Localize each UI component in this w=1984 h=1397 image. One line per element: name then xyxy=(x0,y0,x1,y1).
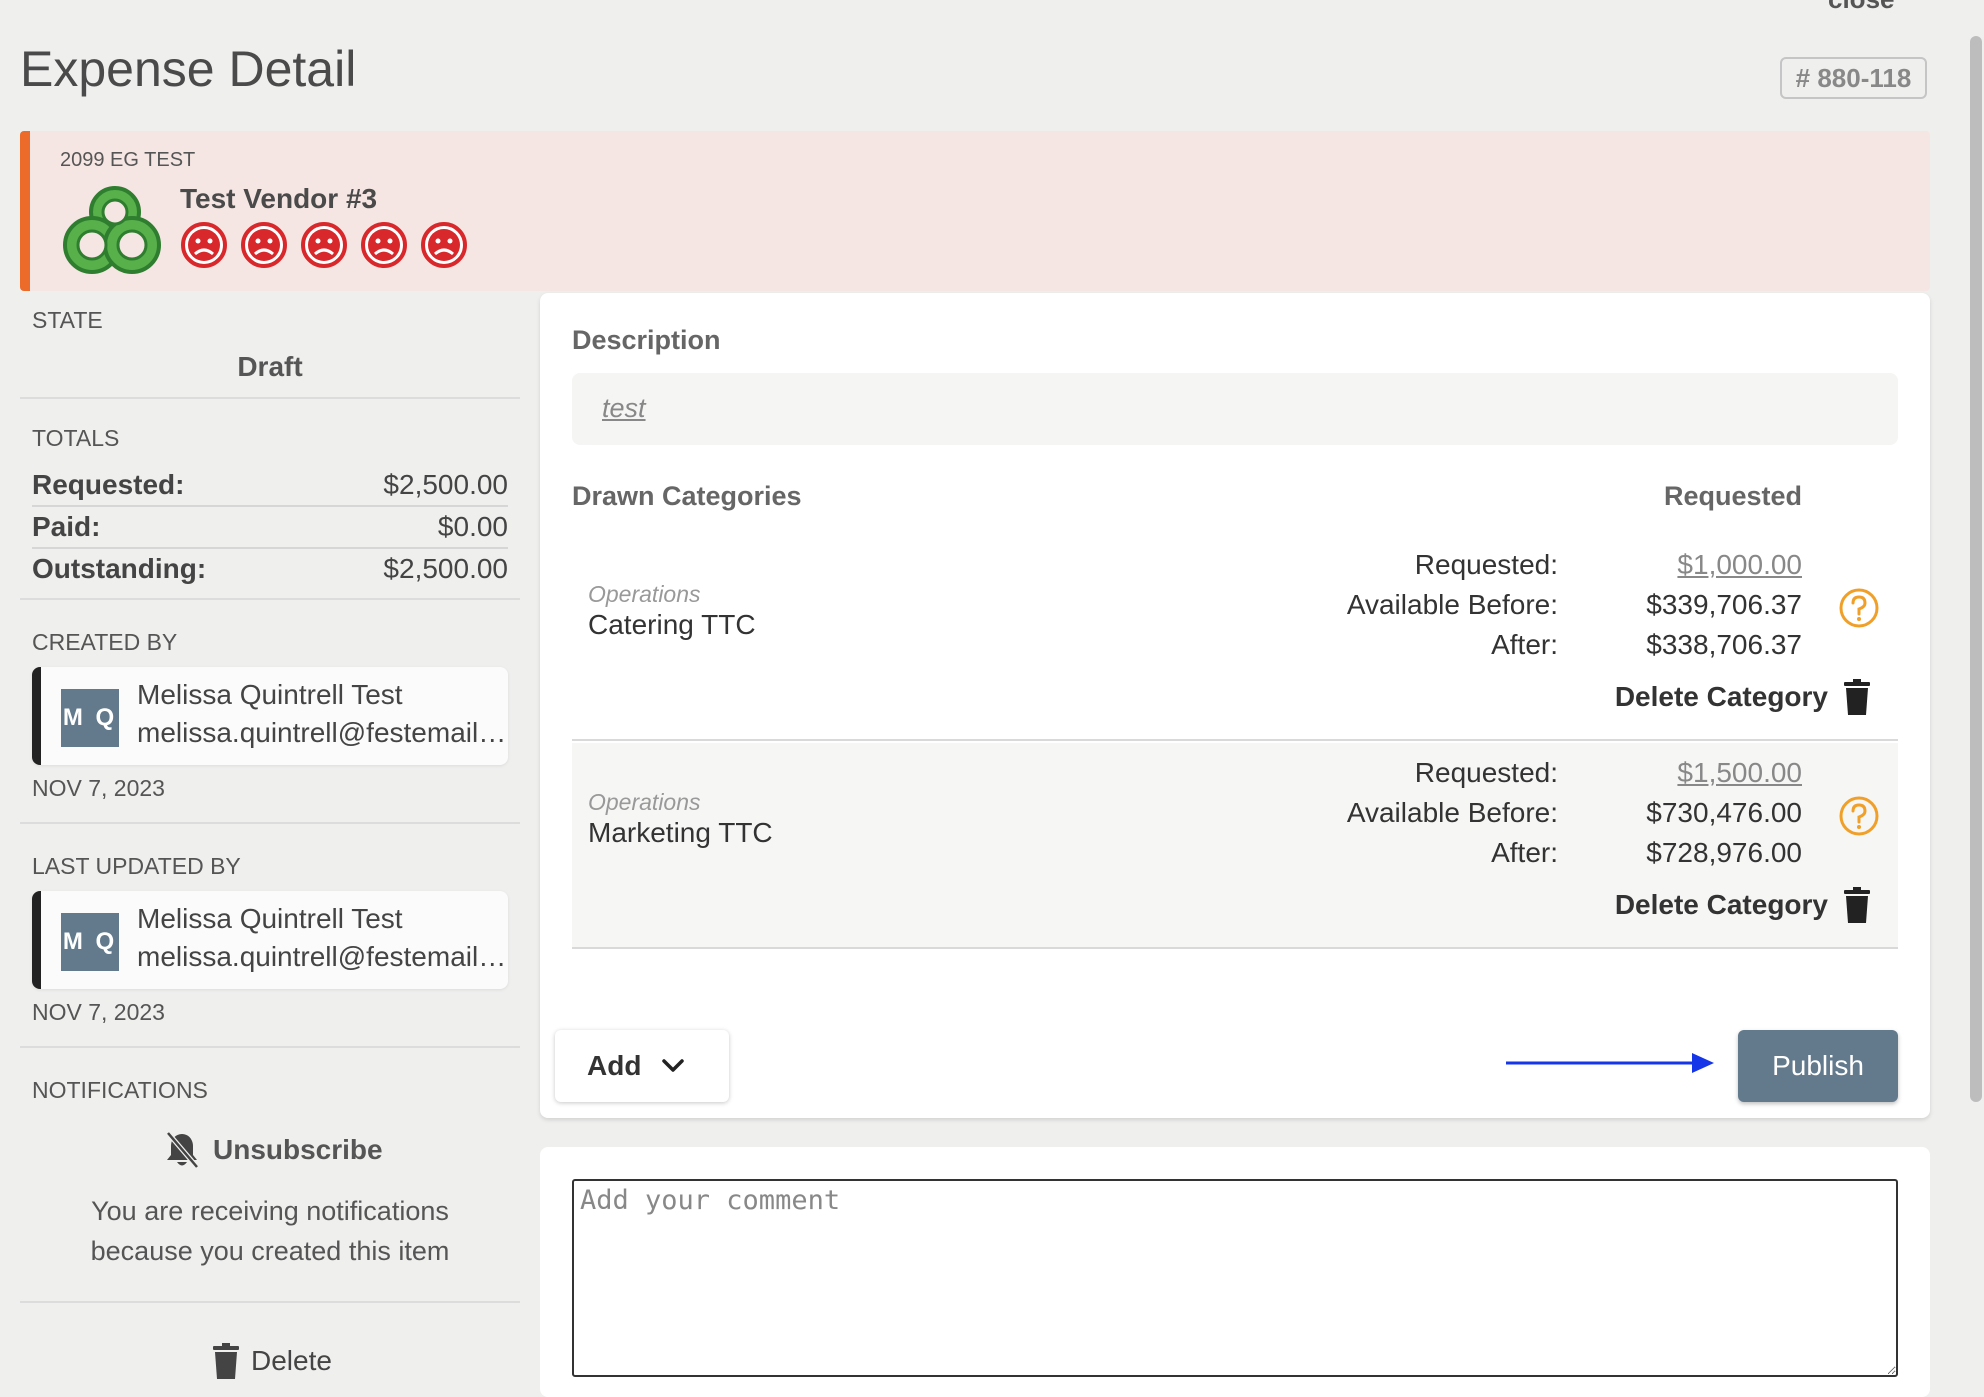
sad-face-icon xyxy=(301,222,347,268)
category-group: Operations xyxy=(588,581,701,607)
comment-input[interactable] xyxy=(572,1179,1898,1377)
vendor-name: Test Vendor #3 xyxy=(180,183,378,214)
category-name: Marketing TTC xyxy=(588,817,773,848)
unsubscribe-label: Unsubscribe xyxy=(213,1134,383,1165)
created-by-label: CREATED BY xyxy=(32,629,178,655)
reference-badge: # 880-118 xyxy=(1780,57,1927,99)
available-before-label: Available Before: xyxy=(1346,589,1558,620)
category-group: Operations xyxy=(588,789,701,815)
divider xyxy=(20,822,520,824)
drawn-categories-label: Drawn Categories xyxy=(572,481,802,511)
publish-button[interactable]: Publish xyxy=(1738,1030,1898,1102)
unsubscribe-button[interactable]: Unsubscribe xyxy=(165,1131,383,1169)
after-label: After: xyxy=(1491,837,1558,868)
requested-column-header: Requested xyxy=(1663,481,1802,511)
notifications-label: NOTIFICATIONS xyxy=(32,1077,208,1103)
total-outstanding: Outstanding: $2,500.00 xyxy=(32,553,508,585)
sad-face-icon xyxy=(181,222,227,268)
total-paid: Paid: $0.00 xyxy=(32,511,508,543)
total-value: $2,500.00 xyxy=(383,469,508,500)
avatar: M Q xyxy=(61,913,119,971)
delete-label: Delete xyxy=(251,1345,332,1376)
total-requested: Requested: $2,500.00 xyxy=(32,469,508,501)
description-value[interactable]: test xyxy=(602,393,646,424)
available-before-value: $339,706.37 xyxy=(1646,589,1802,620)
comment-card xyxy=(540,1147,1930,1397)
help-icon[interactable] xyxy=(1838,795,1880,837)
sad-face-icon xyxy=(421,222,467,268)
total-label: Paid: xyxy=(32,511,101,542)
after-value: $728,976.00 xyxy=(1646,837,1802,868)
after-value: $338,706.37 xyxy=(1646,629,1802,660)
divider xyxy=(20,397,520,399)
totals-label: TOTALS xyxy=(32,425,120,451)
sad-face-icon xyxy=(361,222,407,268)
total-label: Requested: xyxy=(32,469,185,500)
vendor-logo-icon xyxy=(63,186,161,274)
total-value: $0.00 xyxy=(437,511,508,542)
delete-category-label: Delete Category xyxy=(1614,889,1828,920)
page-title: Expense Detail xyxy=(20,41,357,97)
delete-category-button[interactable]: Delete Category xyxy=(1615,679,1870,715)
description-label: Description xyxy=(572,325,721,355)
category-row: Operations Catering TTC Requested: $1,00… xyxy=(572,535,1898,741)
notification-message-line: because you created this item xyxy=(90,1236,450,1266)
available-before-label: Available Before: xyxy=(1346,797,1558,828)
notification-message-line: You are receiving notifications xyxy=(91,1196,449,1226)
divider xyxy=(20,598,520,600)
last-updated-by-user-card[interactable]: M Q Melissa Quintrell Test melissa.quint… xyxy=(32,891,508,989)
trash-icon xyxy=(1844,887,1870,923)
arrow-icon xyxy=(1506,1053,1714,1073)
created-date: NOV 7, 2023 xyxy=(32,775,165,801)
user-name: Melissa Quintrell Test xyxy=(137,903,403,934)
total-value: $2,500.00 xyxy=(383,553,508,584)
delete-category-button[interactable]: Delete Category xyxy=(1615,887,1870,923)
add-dropdown-button[interactable]: Add xyxy=(555,1030,729,1102)
requested-label: Requested: xyxy=(1414,757,1558,788)
scrollbar[interactable] xyxy=(1970,36,1982,1102)
chevron-down-icon xyxy=(662,1059,685,1072)
state-value: Draft xyxy=(237,351,303,382)
help-icon[interactable] xyxy=(1838,587,1880,629)
divider xyxy=(572,947,1898,949)
delete-button[interactable]: Delete xyxy=(213,1343,332,1379)
bell-off-icon xyxy=(166,1131,199,1169)
requested-amount-link[interactable]: $1,500.00 xyxy=(1677,757,1802,789)
add-label: Add xyxy=(587,1050,642,1081)
divider xyxy=(572,739,1898,741)
user-email: melissa.quintrell@festemailtest.com xyxy=(137,717,507,748)
close-link[interactable]: close xyxy=(1828,0,1895,15)
divider xyxy=(32,505,508,507)
divider xyxy=(20,1301,520,1303)
user-name: Melissa Quintrell Test xyxy=(137,679,403,710)
description-field[interactable]: test xyxy=(572,373,1898,445)
vendor-rating xyxy=(180,221,468,269)
notification-message: You are receiving notifications because … xyxy=(20,1191,520,1271)
user-email: melissa.quintrell@festemailtest.com xyxy=(137,941,507,972)
trash-icon xyxy=(213,1343,239,1379)
last-updated-by-label: LAST UPDATED BY xyxy=(32,853,241,879)
delete-category-label: Delete Category xyxy=(1614,681,1828,712)
category-name: Catering TTC xyxy=(588,609,756,640)
event-name: 2099 EG TEST xyxy=(60,149,196,171)
requested-amount-link[interactable]: $1,000.00 xyxy=(1677,549,1802,581)
state-label: STATE xyxy=(32,307,103,333)
expense-main-card: Description test Drawn Categories Reques… xyxy=(540,293,1930,1118)
divider xyxy=(20,1046,520,1048)
category-row: Operations Marketing TTC Requested: $1,5… xyxy=(572,743,1898,949)
vendor-banner: 2099 EG TEST Test Vendor #3 xyxy=(20,131,1930,291)
last-updated-date: NOV 7, 2023 xyxy=(32,999,165,1025)
created-by-user-card[interactable]: M Q Melissa Quintrell Test melissa.quint… xyxy=(32,667,508,765)
divider xyxy=(32,547,508,549)
available-before-value: $730,476.00 xyxy=(1646,797,1802,828)
sad-face-icon xyxy=(241,222,287,268)
requested-label: Requested: xyxy=(1414,549,1558,580)
trash-icon xyxy=(1844,679,1870,715)
avatar: M Q xyxy=(61,689,119,747)
total-label: Outstanding: xyxy=(32,553,207,584)
after-label: After: xyxy=(1491,629,1558,660)
sidebar: STATE Draft TOTALS Requested: $2,500.00 … xyxy=(20,295,520,1395)
